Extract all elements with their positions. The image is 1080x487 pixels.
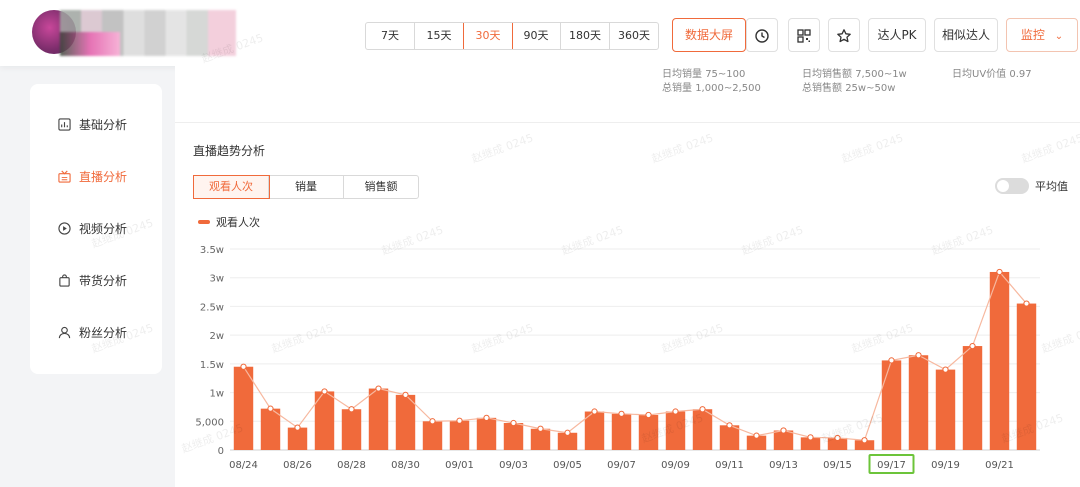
period-option[interactable]: 30天 (463, 23, 513, 49)
pk-button[interactable]: 达人PK (868, 18, 926, 52)
favorite-button[interactable] (828, 18, 860, 52)
sidebar-item-label: 带货分析 (79, 273, 128, 288)
dashboard-button[interactable]: 数据大屏 (672, 18, 746, 52)
sidebar-item-basic[interactable]: 基础分析 (58, 114, 127, 134)
metric-tabs: 观看人次 销量 销售额 (193, 175, 419, 199)
total-sales-value: 1,000~2,500 (695, 83, 761, 94)
similar-button-label: 相似达人 (941, 28, 990, 42)
period-selector: 7天 15天 30天 90天 180天 360天 (365, 22, 659, 50)
total-sales-label: 总销量 (662, 83, 692, 94)
chart-legend[interactable]: 观看人次 (198, 214, 260, 230)
similar-button[interactable]: 相似达人 (934, 18, 998, 52)
stats-uv: 日均UV价值 0.97 (952, 68, 1032, 82)
sidebar-item-label: 粉丝分析 (79, 325, 128, 340)
qrcode-icon (797, 28, 811, 43)
stats-sales: 日均销量 75~100 总销量 1,000~2,500 (662, 68, 761, 96)
sidebar-item-goods[interactable]: 带货分析 (58, 270, 127, 290)
uv-label: 日均UV价值 (952, 69, 1007, 80)
average-toggle-wrap: 平均值 (995, 178, 1068, 194)
legend-swatch (198, 220, 210, 224)
period-option[interactable]: 360天 (610, 23, 658, 49)
top-bar: 7天 15天 30天 90天 180天 360天 数据大屏 达人PK 相似达人 监控 ⌄ (0, 0, 1080, 66)
section-title: 直播趋势分析 (193, 144, 266, 158)
dashboard-button-label: 数据大屏 (684, 28, 733, 42)
refresh-clock-icon (755, 28, 769, 43)
refresh-button[interactable] (746, 18, 778, 52)
daily-sales-label: 日均销量 (662, 69, 702, 80)
sidebar-item-label: 直播分析 (79, 169, 128, 184)
sidebar-item-label: 视频分析 (79, 221, 128, 236)
average-toggle-label: 平均值 (1035, 180, 1068, 193)
chevron-down-icon: ⌄ (1054, 31, 1064, 42)
tab-gmv[interactable]: 销售额 (344, 176, 418, 198)
sidebar-item-live[interactable]: 直播分析 (58, 166, 127, 186)
qrcode-button[interactable] (788, 18, 820, 52)
star-icon (837, 28, 851, 42)
user-icon (58, 326, 71, 338)
monitor-dropdown-label: 监控 (1020, 28, 1045, 42)
period-option[interactable]: 15天 (415, 23, 464, 49)
divider (175, 122, 1080, 123)
legend-label: 观看人次 (216, 216, 260, 229)
daily-gmv-label: 日均销售额 (802, 69, 852, 80)
sidebar-item-label: 基础分析 (79, 117, 128, 132)
stats-gmv: 日均销售额 7,500~1w 总销售额 25w~50w (802, 68, 907, 96)
main-panel (175, 66, 1080, 487)
pk-button-label: 达人PK (877, 28, 917, 42)
play-circle-icon (58, 221, 71, 235)
sidebar-item-fans[interactable]: 粉丝分析 (58, 322, 127, 342)
period-option[interactable]: 7天 (366, 23, 415, 49)
live-tv-icon (58, 170, 71, 183)
total-gmv-label: 总销售额 (802, 83, 842, 94)
period-option[interactable]: 90天 (512, 23, 561, 49)
average-toggle[interactable] (995, 178, 1029, 194)
tab-sales[interactable]: 销量 (269, 176, 344, 198)
period-option[interactable]: 180天 (561, 23, 610, 49)
daily-gmv-value: 7,500~1w (855, 69, 907, 80)
sidebar-item-video[interactable]: 视频分析 (58, 218, 127, 238)
total-gmv-value: 25w~50w (845, 83, 896, 94)
monitor-dropdown[interactable]: 监控 ⌄ (1006, 18, 1078, 52)
shopping-bag-icon (59, 273, 70, 287)
tab-views[interactable]: 观看人次 (193, 175, 270, 199)
chart-box-icon (58, 117, 71, 131)
blurred-account-name (60, 10, 236, 56)
sidebar: 基础分析 直播分析 视频分析 带货分析 粉丝分析 (30, 84, 162, 374)
daily-sales-value: 75~100 (705, 69, 746, 80)
uv-value: 0.97 (1009, 69, 1032, 80)
